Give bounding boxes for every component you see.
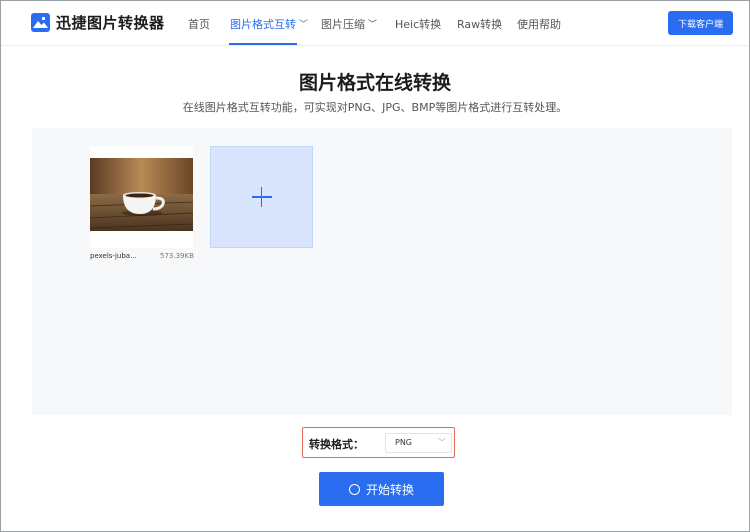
nav-raw[interactable]: Raw转换 [457,16,502,32]
page-title: 图片格式在线转换 [298,72,451,94]
circle-icon [348,483,360,495]
nav-compress-label: 图片压缩 [321,18,365,31]
nav-format-convert[interactable]: 图片格式互转 ﹀ [230,16,308,32]
chevron-down-icon: ﹀ [368,20,378,30]
plus-icon [251,187,272,207]
start-convert-label: 开始转换 [365,482,414,497]
format-selector-box: 转换格式： PNG ﹀ [302,427,455,458]
file-name: pexels-juba... [90,252,137,260]
format-dropdown[interactable]: PNG ﹀ [385,433,452,453]
nav-help[interactable]: 使用帮助 [517,16,561,32]
chevron-down-icon: ﹀ [299,20,309,30]
add-image-button[interactable] [210,146,313,248]
file-card[interactable] [90,146,193,248]
nav-format-convert-label: 图片格式互转 [230,18,296,31]
start-convert-button[interactable]: 开始转换 [319,472,444,506]
chevron-down-icon: ﹀ [438,438,446,447]
nav-home[interactable]: 首页 [188,16,210,32]
format-label: 转换格式： [309,438,364,451]
top-header: 迅捷图片转换器 首页 图片格式互转 ﹀ 图片压缩 ﹀ Heic转换 Raw转换 使用… [0,0,750,46]
file-thumbnail [90,158,193,231]
nav-heic[interactable]: Heic转换 [395,16,441,32]
active-tab-underline [229,43,297,45]
main-nav: 首页 图片格式互转 ﹀ 图片压缩 ﹀ Heic转换 Raw转换 使用帮助 [0,0,750,46]
upload-area[interactable]: pexels-juba... 573.39KB [32,128,732,415]
file-size: 573.39KB [160,252,194,260]
page-subtitle: 在线图片格式互转功能，可实现对PNG、JPG、BMP等图片格式进行互转处理。 [182,101,568,114]
format-dropdown-value: PNG [395,438,413,447]
download-client-button[interactable]: 下载客户端 [668,11,733,35]
nav-compress[interactable]: 图片压缩 ﹀ [321,16,377,32]
